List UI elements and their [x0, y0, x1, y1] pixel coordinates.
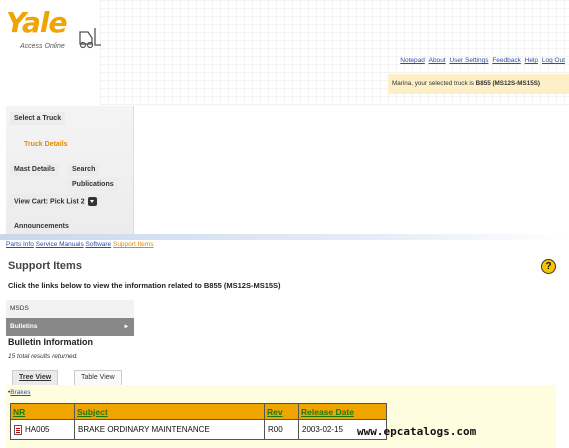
tab-service-manuals[interactable]: Service Manuals: [36, 241, 84, 248]
logout-link[interactable]: Log Out: [542, 57, 565, 64]
chevron-down-icon[interactable]: [87, 197, 97, 206]
top-links: Notepad About User Settings Feedback Hel…: [398, 57, 565, 64]
cell-nr-value: HA005: [25, 424, 50, 434]
nav-view-cart[interactable]: View Cart: Pick List 2: [10, 194, 101, 209]
support-submenu: MSDS Bulletins: [6, 300, 134, 336]
submenu-item-msds[interactable]: MSDS: [6, 300, 134, 318]
forklift-icon: [79, 28, 101, 49]
col-rev-header: Rev: [264, 403, 299, 420]
document-icon[interactable]: [14, 424, 22, 435]
user-settings-link[interactable]: User Settings: [449, 57, 488, 64]
tab-software[interactable]: Software: [86, 241, 112, 248]
section-tabs: Parts Info Service Manuals Software Supp…: [6, 241, 153, 248]
nav-search[interactable]: Search: [68, 163, 100, 176]
tab-support-items[interactable]: Support Items: [113, 241, 153, 248]
nav-truck-details[interactable]: Truck Details: [20, 138, 72, 151]
cell-nr[interactable]: HA005: [10, 419, 75, 440]
logo-wordmark: Yale: [6, 6, 67, 39]
selected-truck-bar: Marina, your selected truck is B855 (MS1…: [388, 74, 569, 94]
table-row[interactable]: HA005 BRAKE ORDINARY MAINTENANCE R00 200…: [10, 419, 387, 440]
nav-select-truck[interactable]: Select a Truck: [10, 112, 66, 125]
nav-publications[interactable]: Publications: [68, 178, 118, 191]
page-instruction: Click the links below to view the inform…: [8, 281, 281, 290]
selected-truck-model: B855 (MS12S-MS15S): [475, 80, 541, 87]
view-cart-label: View Cart: Pick List 2: [14, 198, 85, 206]
cell-subject: BRAKE ORDINARY MAINTENANCE: [74, 419, 265, 440]
nav-announcements[interactable]: Announcements: [10, 220, 73, 233]
bulletin-title: Bulletin Information: [8, 337, 93, 347]
sort-subject-link[interactable]: Subject: [77, 407, 108, 417]
selected-truck-prefix: Marina, your selected truck is: [392, 80, 476, 87]
tab-table-view[interactable]: Table View: [74, 370, 122, 385]
tab-tree-view[interactable]: Tree View: [12, 370, 59, 385]
bulletin-table: NR Subject Rev Release Date HA005 BRAKE …: [10, 403, 387, 440]
col-subject-header: Subject: [74, 403, 265, 420]
sort-rev-link[interactable]: Rev: [267, 407, 283, 417]
brakes-link[interactable]: Brakes: [10, 389, 30, 396]
page-title: Support Items: [8, 260, 82, 272]
submenu-item-bulletins[interactable]: Bulletins: [6, 318, 134, 336]
table-header-row: NR Subject Rev Release Date: [10, 403, 387, 420]
nav-mast-details[interactable]: Mast Details: [10, 163, 59, 176]
col-nr-header: NR: [10, 403, 75, 420]
yale-logo[interactable]: Yale Access Online: [6, 6, 106, 56]
cell-rev: R00: [264, 419, 299, 440]
left-nav: Select a Truck Truck Details Mast Detail…: [6, 106, 134, 234]
results-count: 15 total results returned.: [8, 353, 79, 360]
help-icon[interactable]: ?: [541, 259, 556, 274]
help-link[interactable]: Help: [525, 57, 538, 64]
about-link[interactable]: About: [429, 57, 446, 64]
brakes-group: •Brakes: [8, 389, 31, 396]
sort-nr-link[interactable]: NR: [13, 407, 25, 417]
watermark-text: www.epcatalogs.com: [357, 425, 477, 438]
tab-parts-info[interactable]: Parts Info: [6, 241, 34, 248]
page-header: Yale Access Online Notepad About User Se…: [0, 0, 569, 106]
section-divider: [0, 234, 569, 240]
feedback-link[interactable]: Feedback: [492, 57, 521, 64]
sort-date-link[interactable]: Release Date: [301, 407, 354, 417]
notepad-link[interactable]: Notepad: [400, 57, 425, 64]
col-date-header: Release Date: [298, 403, 387, 420]
logo-tagline: Access Online: [20, 43, 65, 50]
